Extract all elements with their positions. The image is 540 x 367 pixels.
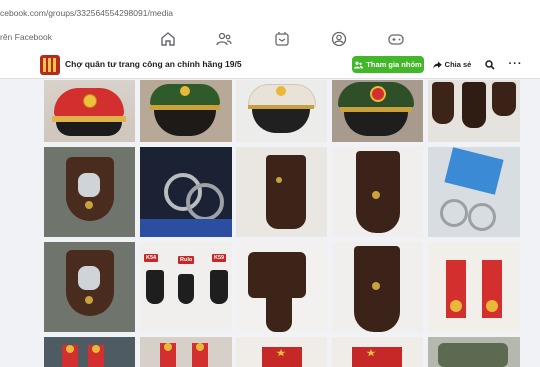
group-title[interactable]: Chợ quân tư trang công an chính hãng 19/… bbox=[65, 59, 242, 69]
photo-thumbnail[interactable] bbox=[140, 80, 232, 142]
photo-thumbnail[interactable] bbox=[332, 242, 423, 332]
join-group-button[interactable]: Tham gia nhóm bbox=[352, 56, 424, 73]
photo-thumbnail[interactable] bbox=[428, 242, 520, 332]
photo-thumbnail[interactable] bbox=[44, 337, 135, 367]
share-label: Chia sẻ bbox=[444, 60, 472, 69]
groups-icon[interactable] bbox=[330, 30, 348, 48]
more-icon[interactable]: ··· bbox=[507, 55, 524, 72]
group-header-bar: Chợ quân tư trang công an chính hãng 19/… bbox=[0, 51, 540, 79]
group-cover-thumbnail[interactable] bbox=[40, 55, 60, 75]
photo-thumbnail[interactable] bbox=[332, 80, 423, 142]
photo-thumbnail[interactable] bbox=[44, 147, 135, 237]
search-icon[interactable] bbox=[481, 56, 498, 73]
browser-address-bar[interactable]: cebook.com/groups/332564554298091/media bbox=[0, 0, 540, 27]
photo-thumbnail[interactable]: K54 Rulo K59 bbox=[140, 242, 232, 332]
photo-thumbnail[interactable] bbox=[140, 337, 232, 367]
caption-k54: K54 bbox=[144, 254, 159, 262]
photo-thumbnail[interactable] bbox=[428, 337, 520, 367]
join-group-label: Tham gia nhóm bbox=[366, 60, 422, 69]
caption-rulo: Rulo bbox=[178, 256, 195, 264]
photo-thumbnail[interactable] bbox=[140, 147, 232, 237]
photo-thumbnail[interactable] bbox=[44, 80, 135, 142]
photo-thumbnail[interactable] bbox=[428, 147, 520, 237]
facebook-top-nav: rên Facebook bbox=[0, 27, 540, 52]
url-text[interactable]: cebook.com/groups/332564554298091/media bbox=[0, 8, 173, 18]
photo-thumbnail[interactable] bbox=[236, 337, 327, 367]
photo-thumbnail[interactable] bbox=[236, 242, 327, 332]
photo-thumbnail[interactable] bbox=[428, 80, 520, 142]
photo-thumbnail[interactable] bbox=[332, 337, 423, 367]
share-icon bbox=[432, 61, 442, 68]
photo-thumbnail[interactable] bbox=[236, 147, 327, 237]
home-icon[interactable] bbox=[159, 30, 177, 48]
caption-k59: K59 bbox=[212, 254, 227, 262]
facebook-brand-text: rên Facebook bbox=[0, 32, 52, 42]
marketplace-icon[interactable] bbox=[273, 30, 291, 48]
photo-thumbnail[interactable] bbox=[236, 80, 327, 142]
join-people-icon bbox=[354, 61, 364, 68]
photo-thumbnail[interactable] bbox=[332, 147, 423, 237]
photo-thumbnail[interactable] bbox=[44, 242, 135, 332]
gaming-icon[interactable] bbox=[387, 30, 405, 48]
share-button[interactable]: Chia sẻ bbox=[431, 56, 473, 73]
people-icon[interactable] bbox=[215, 30, 233, 48]
